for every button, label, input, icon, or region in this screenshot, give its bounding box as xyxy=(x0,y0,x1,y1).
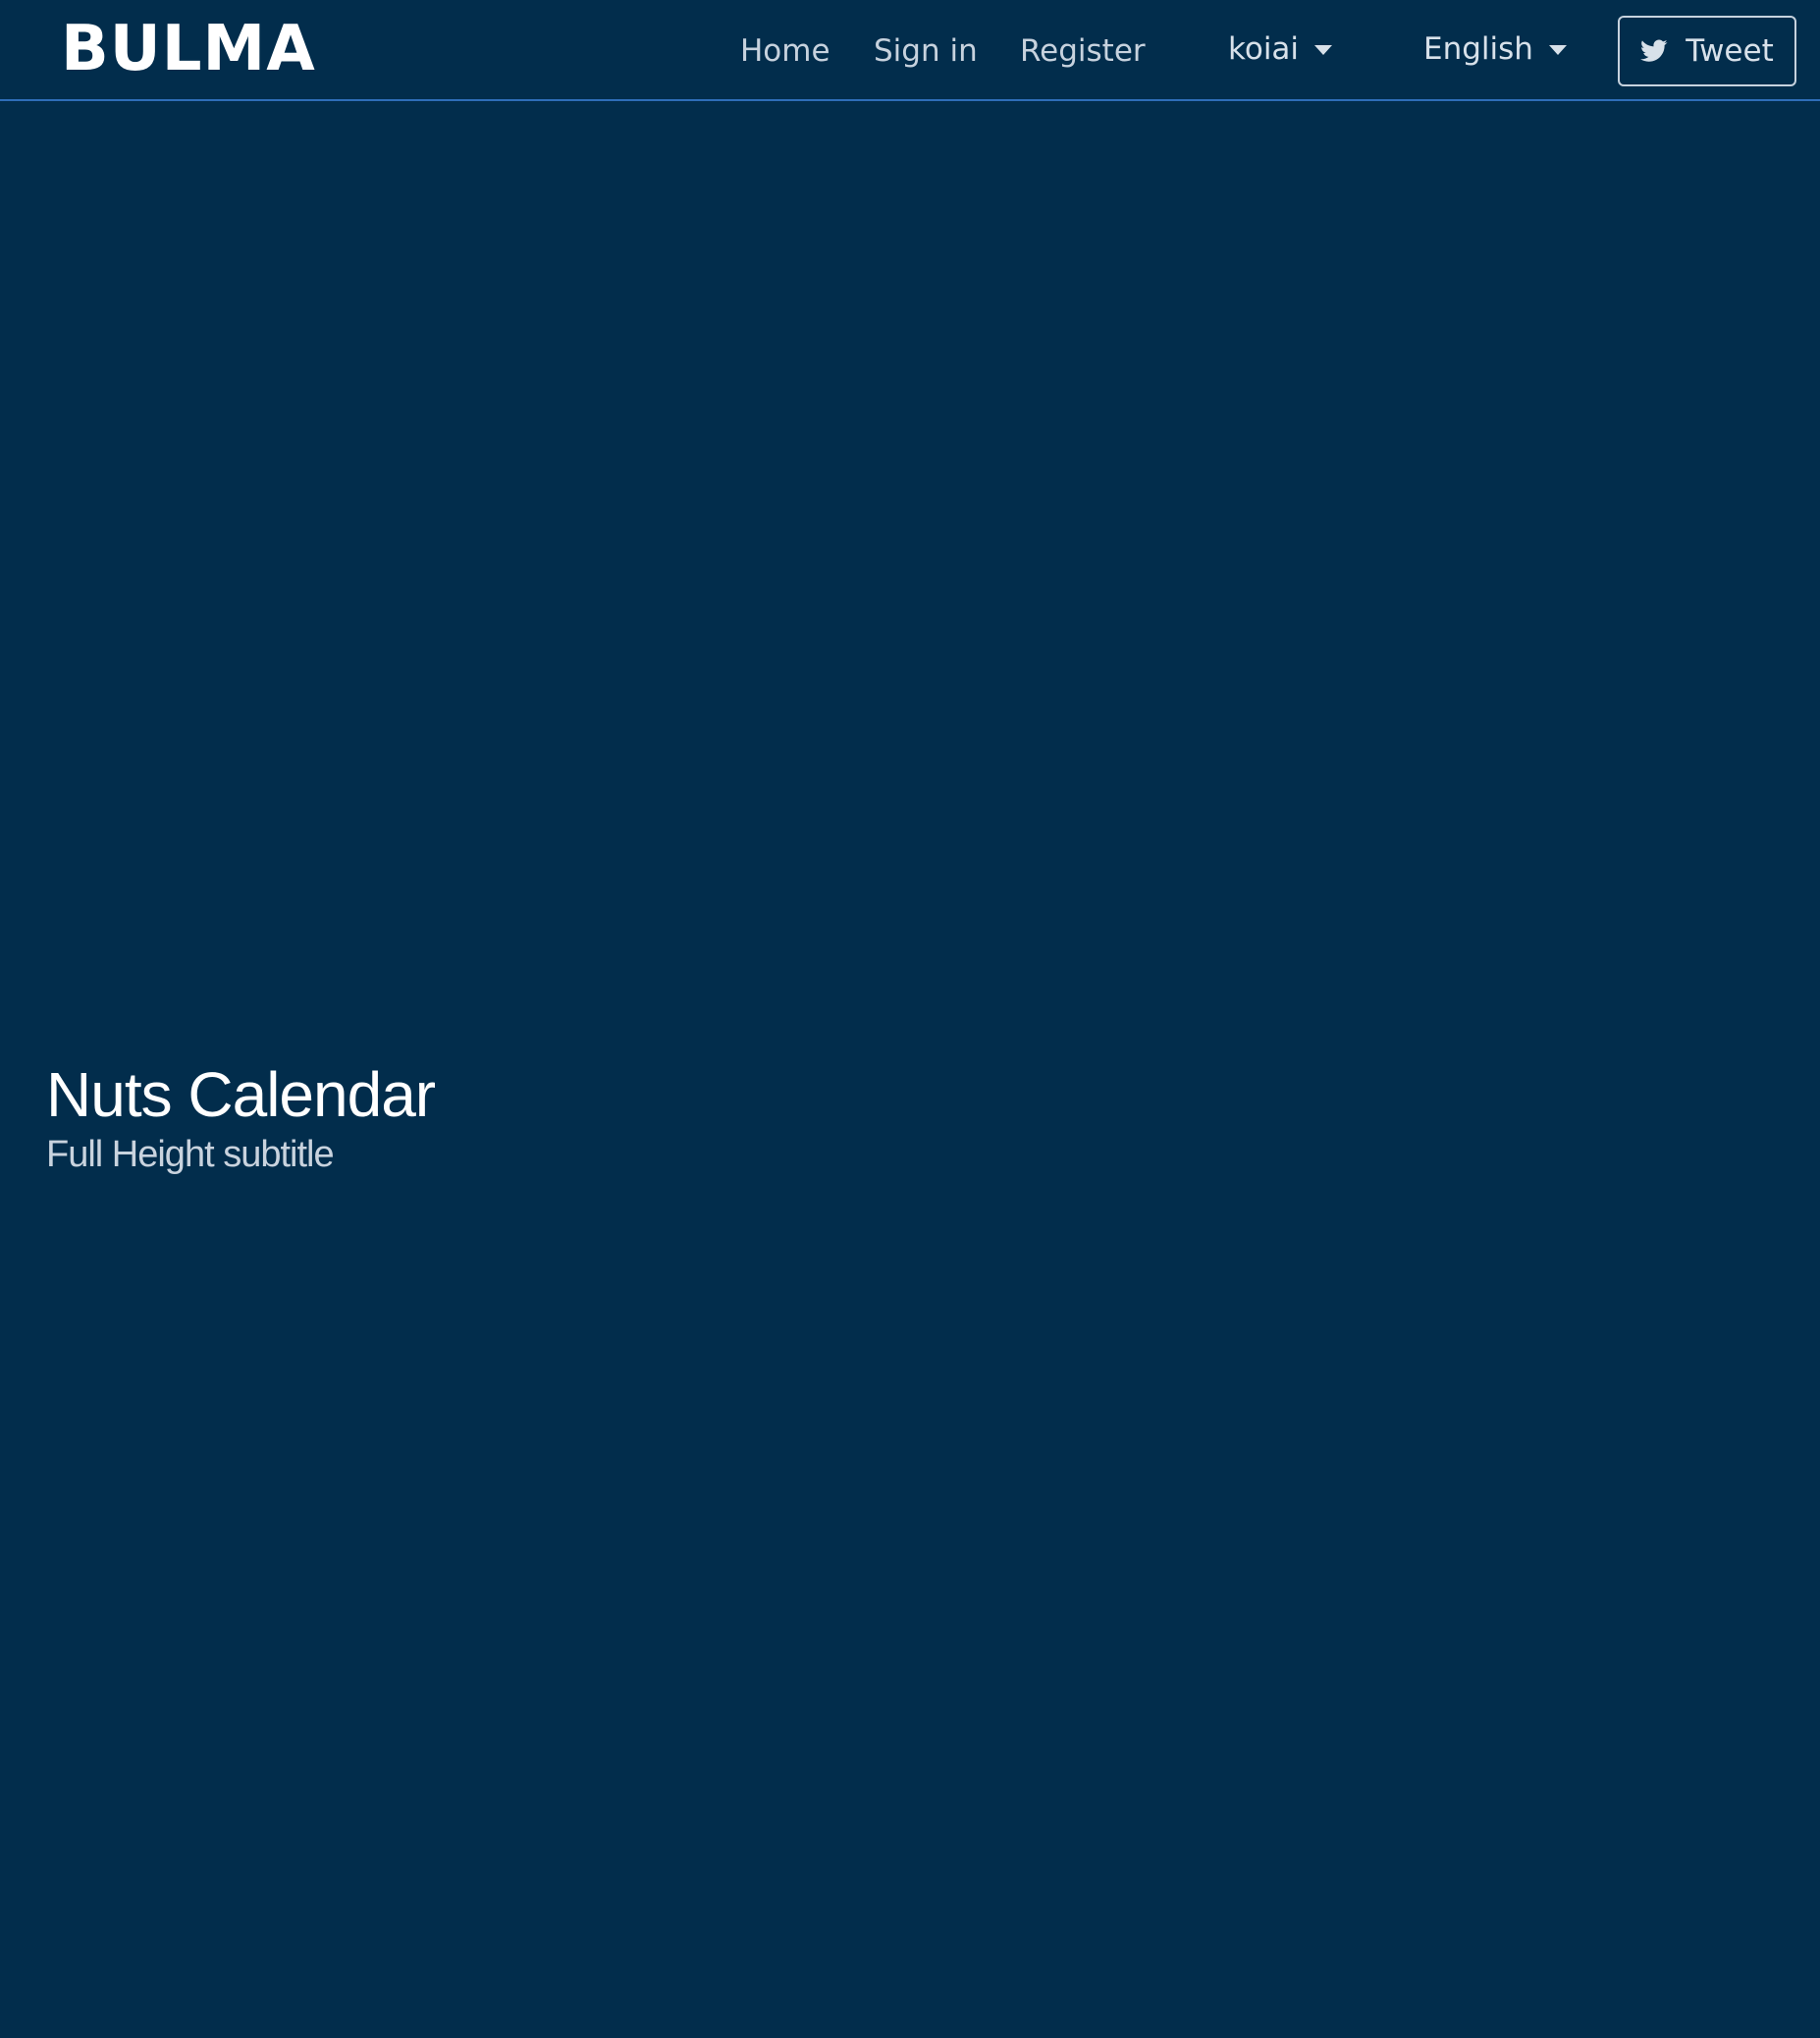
language-menu-dropdown[interactable]: English xyxy=(1423,24,1567,75)
brand-logo[interactable]: BULMA xyxy=(61,14,316,84)
page-title: Nuts Calendar xyxy=(46,1059,436,1130)
nav-link-register[interactable]: Register xyxy=(1020,26,1146,77)
user-menu-dropdown[interactable]: koiai xyxy=(1228,24,1333,75)
nav-link-home[interactable]: Home xyxy=(740,26,830,77)
twitter-icon xyxy=(1640,39,1668,62)
tweet-button[interactable]: Tweet xyxy=(1618,16,1796,86)
hero-section: Nuts Calendar Full Height subtitle xyxy=(46,1060,831,1176)
page-subtitle: Full Height subtitle xyxy=(46,1134,335,1176)
nav-link-sign-in[interactable]: Sign in xyxy=(874,26,978,77)
navbar: BULMA Home Sign in Register koiai Englis… xyxy=(0,0,1820,101)
user-menu-label: koiai xyxy=(1228,30,1300,67)
tweet-button-label: Tweet xyxy=(1686,33,1774,69)
caret-down-icon xyxy=(1314,45,1333,55)
caret-down-icon xyxy=(1548,45,1567,55)
language-menu-label: English xyxy=(1423,30,1533,67)
